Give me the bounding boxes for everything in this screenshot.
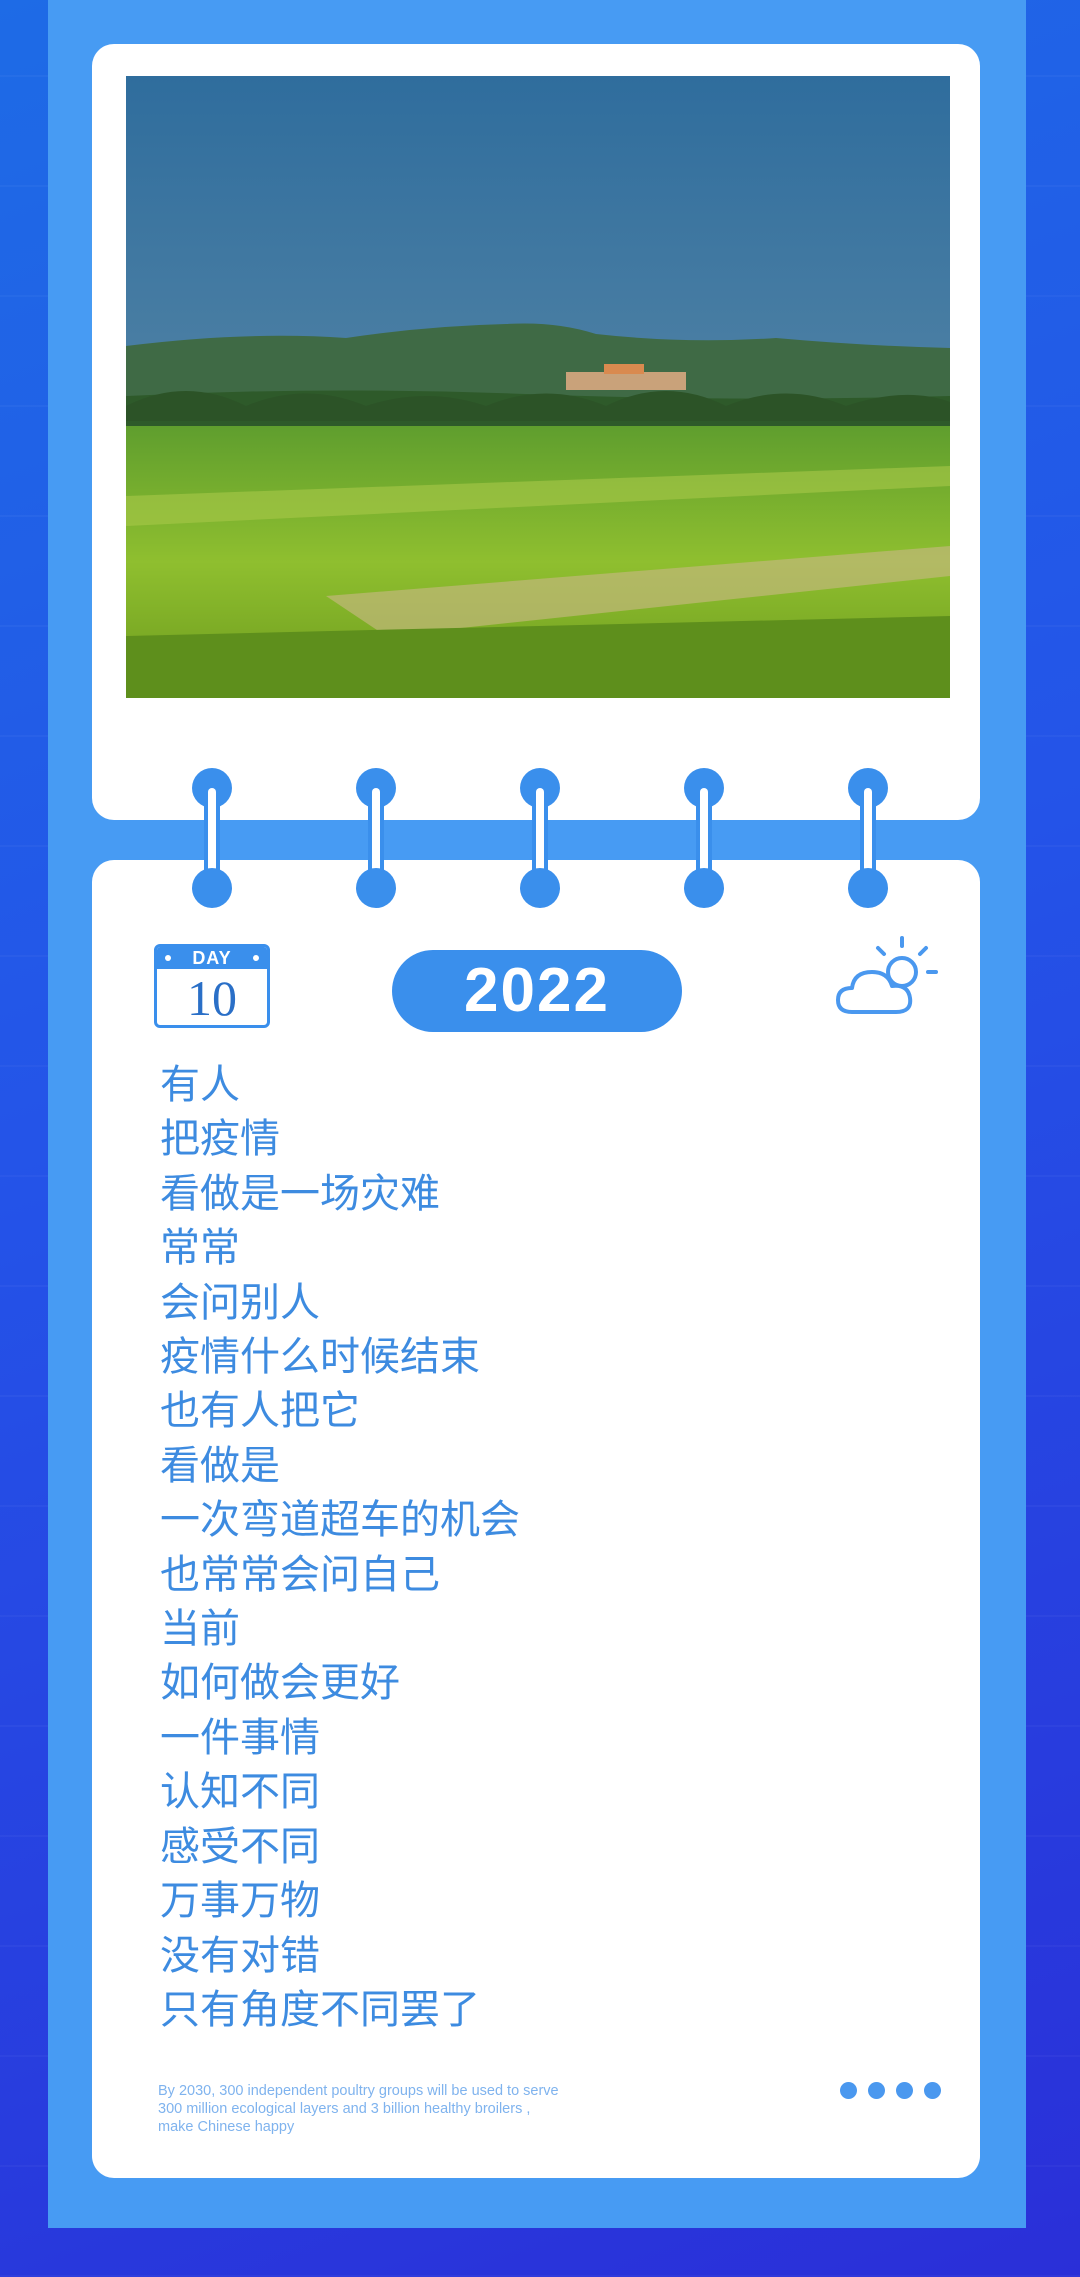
day-label: DAY [157,947,267,969]
poem-line: 看做是一场灾难 [160,1170,440,1217]
poem-line: 当前 [160,1606,240,1653]
poem-line: 如何做会更好 [160,1660,400,1707]
footnote-line: 300 million ecological layers and 3 bill… [158,2101,531,2117]
poem-line: 也有人把它 [160,1388,360,1435]
poem-line: 也常常会问自己 [160,1551,440,1598]
landscape-photo [126,76,950,698]
poem-line: 疫情什么时候结束 [160,1334,480,1381]
dot-indicator [868,2082,885,2099]
poem-line: 常常 [160,1225,240,1272]
binder-ring [684,768,724,908]
poem-line: 看做是 [160,1442,280,1489]
poem-line: 一件事情 [160,1714,320,1761]
dot-indicator [840,2082,857,2099]
binder-ring [356,768,396,908]
poem-line: 只有角度不同罢了 [160,1986,480,2033]
poem-line: 会问别人 [160,1279,320,1326]
binder-ring [192,768,232,908]
poem-line: 认知不同 [160,1769,320,1816]
footnote-line: make Chinese happy [158,2119,295,2135]
dot-indicator [896,2082,913,2099]
poem-line: 万事万物 [160,1878,320,1925]
year-pill: 2022 [392,950,682,1032]
binder-ring [848,768,888,908]
poem-line: 把疫情 [160,1116,280,1163]
cloud-sun-icon [832,934,942,1024]
binder-ring [520,768,560,908]
day-badge: DAY 10 [154,944,270,1028]
poem-line: 感受不同 [160,1823,320,1870]
page-dots [840,2082,944,2100]
footnote: By 2030, 300 independent poultry groups … [158,2082,678,2136]
poem-line: 没有对错 [160,1932,320,1979]
poem-line: 有人 [160,1062,240,1108]
day-number: 10 [187,970,237,1026]
poem-text: 有人 把疫情 看做是一场灾难 常常 会问别人 疫情什么时候结束 也有人把它 看做… [160,1058,920,2037]
poem-line: 一次弯道超车的机会 [160,1497,520,1544]
dot-indicator [924,2082,941,2099]
footnote-line: By 2030, 300 independent poultry groups … [158,2083,559,2099]
